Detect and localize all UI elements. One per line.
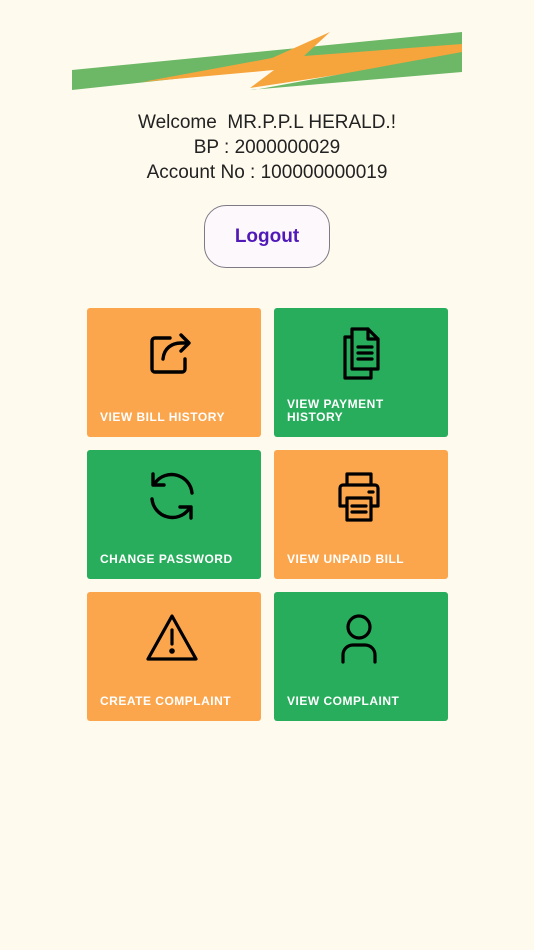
tile-label: CREATE COMPLAINT [100, 694, 232, 708]
tile-label: VIEW BILL HISTORY [100, 410, 225, 424]
share-square-icon [144, 326, 200, 382]
printer-icon [331, 468, 387, 524]
warning-icon [144, 610, 200, 666]
user-icon [331, 610, 387, 666]
view-unpaid-bill-tile[interactable]: VIEW UNPAID BILL [274, 450, 448, 579]
view-complaint-tile[interactable]: VIEW COMPLAINT [274, 592, 448, 721]
menu-grid: VIEW BILL HISTORY VIEW PAYMENT HISTORY C [87, 308, 448, 721]
view-payment-history-tile[interactable]: VIEW PAYMENT HISTORY [274, 308, 448, 437]
view-bill-history-tile[interactable]: VIEW BILL HISTORY [87, 308, 261, 437]
create-complaint-tile[interactable]: CREATE COMPLAINT [87, 592, 261, 721]
tile-label: VIEW COMPLAINT [287, 694, 400, 708]
tile-label: VIEW PAYMENT HISTORY [287, 397, 384, 424]
document-icon [331, 326, 387, 382]
tile-label: VIEW UNPAID BILL [287, 552, 405, 566]
welcome-section: Welcome MR.P.P.L HERALD.! BP : 200000002… [0, 110, 534, 185]
app-logo [72, 30, 462, 92]
tile-label: CHANGE PASSWORD [100, 552, 233, 566]
logout-button[interactable]: Logout [204, 205, 330, 268]
bp-number: BP : 2000000029 [193, 137, 341, 158]
refresh-icon [144, 468, 200, 524]
account-number: Account No : 100000000019 [146, 162, 388, 183]
change-password-tile[interactable]: CHANGE PASSWORD [87, 450, 261, 579]
welcome-text: Welcome MR.P.P.L HERALD.! [137, 112, 396, 133]
